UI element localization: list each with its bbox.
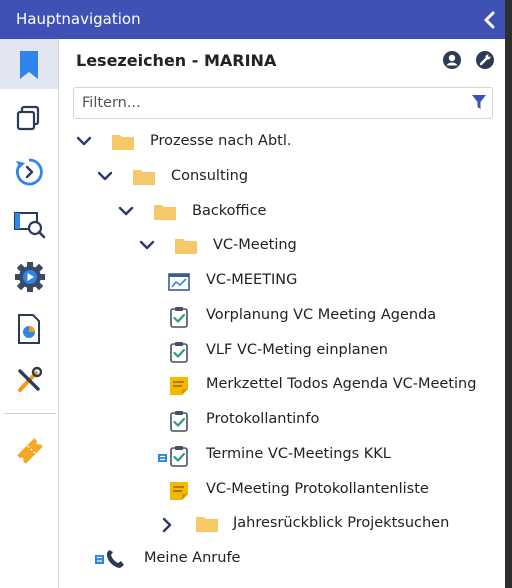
tree-label: VC-Meeting Protokollantenliste: [206, 481, 429, 497]
rail-automation[interactable]: [0, 251, 58, 301]
tree-label: Consulting: [171, 168, 249, 184]
filter-icon[interactable]: [471, 94, 487, 115]
phone-list-icon: [95, 550, 124, 568]
chevron-down-icon[interactable]: [96, 169, 114, 185]
clipboard-check-icon: [170, 342, 188, 363]
chevron-down-icon[interactable]: [138, 238, 156, 254]
clipboard-check-icon: [170, 307, 188, 328]
folder-icon: [196, 517, 218, 532]
tree-label: VC-Meeting: [213, 237, 297, 253]
folder-icon: [133, 170, 155, 185]
tree-item-task[interactable]: VLF VC-Meting einplanen: [167, 336, 497, 366]
tree-label: Jahresrückblick Projektsuchen: [233, 515, 450, 531]
tree-item-task[interactable]: Protokollantinfo: [167, 405, 497, 435]
filter-input[interactable]: [80, 92, 454, 114]
sticky-note-icon: [170, 377, 188, 395]
tree-label: Termine VC-Meetings KKL: [206, 446, 391, 462]
navigation-window: Hauptnavigation Lesezeichen - MARINA Fil…: [0, 0, 505, 588]
windows-icon: [16, 105, 40, 131]
chevron-down-icon[interactable]: [117, 204, 135, 220]
history-icon: [16, 158, 43, 186]
tree-item-meine-anrufe[interactable]: Meine Anrufe: [93, 544, 493, 574]
tree-label: VC-MEETING: [206, 272, 298, 288]
bookmarks-panel: Lesezeichen - MARINA Filtern... Prozesse…: [59, 39, 505, 588]
rail-bookmarks[interactable]: [0, 39, 58, 89]
tree-item-note[interactable]: Merkzettel Todos Agenda VC-Meeting: [167, 370, 497, 400]
clipboard-check-icon: [170, 411, 188, 432]
tree-item-task-list[interactable]: Termine VC-Meetings KKL: [157, 440, 497, 470]
chevron-left-icon[interactable]: [481, 10, 499, 30]
folder-icon: [154, 205, 176, 220]
tree-label: Backoffice: [192, 203, 267, 219]
tree-label: VLF VC-Meting einplanen: [206, 342, 388, 358]
tree-folder-vc-meeting[interactable]: VC-Meeting: [138, 231, 498, 261]
user-icon[interactable]: [442, 50, 462, 70]
sticky-note-icon: [170, 482, 188, 500]
ticket-icon: [17, 438, 43, 464]
icon-rail: [0, 39, 59, 588]
panel-title: Lesezeichen - MARINA: [76, 51, 277, 70]
tree-item-vc-meeting-dashboard[interactable]: VC-MEETING: [167, 266, 497, 296]
tree-label: Vorplanung VC Meeting Agenda: [206, 307, 437, 323]
tools-icon: [18, 366, 43, 392]
rail-tickets[interactable]: [0, 425, 58, 475]
rail-search[interactable]: [0, 199, 58, 249]
folder-icon: [175, 239, 197, 254]
tree-item-task[interactable]: Vorplanung VC Meeting Agenda: [167, 301, 497, 331]
report-chart-icon: [18, 314, 40, 344]
tree-label: Protokollantinfo: [206, 411, 320, 427]
tree-label: Meine Anrufe: [144, 550, 241, 566]
document-search-icon: [14, 212, 46, 239]
tree-label: Prozesse nach Abtl.: [150, 133, 292, 149]
list-clipboard-check-icon: [158, 446, 188, 467]
tree-label: Merkzettel Todos Agenda VC-Meeting: [206, 376, 477, 392]
rail-divider: [4, 413, 56, 414]
tree-folder-prozesse[interactable]: Prozesse nach Abtl.: [75, 127, 495, 157]
wrench-icon[interactable]: [475, 50, 495, 70]
title-bar: Hauptnavigation: [0, 0, 505, 39]
bookmark-icon: [20, 51, 38, 79]
gear-play-icon: [15, 262, 45, 292]
chevron-right-icon[interactable]: [159, 516, 175, 534]
window-title: Hauptnavigation: [16, 10, 141, 28]
folder-icon: [112, 135, 134, 150]
rail-reports[interactable]: [0, 303, 58, 353]
chevron-down-icon[interactable]: [75, 134, 93, 150]
tree-folder-backoffice[interactable]: Backoffice: [117, 197, 497, 227]
tree-folder-consulting[interactable]: Consulting: [96, 162, 496, 192]
rail-history[interactable]: [0, 147, 58, 197]
rail-tools[interactable]: [0, 355, 58, 405]
filter-box: [73, 87, 493, 119]
tree-folder-jahresrueckblick[interactable]: Jahresrückblick Projektsuchen: [159, 509, 499, 539]
rail-windows[interactable]: [0, 94, 58, 144]
chart-window-icon: [168, 273, 190, 291]
tree-item-note[interactable]: VC-Meeting Protokollantenliste: [167, 475, 497, 505]
